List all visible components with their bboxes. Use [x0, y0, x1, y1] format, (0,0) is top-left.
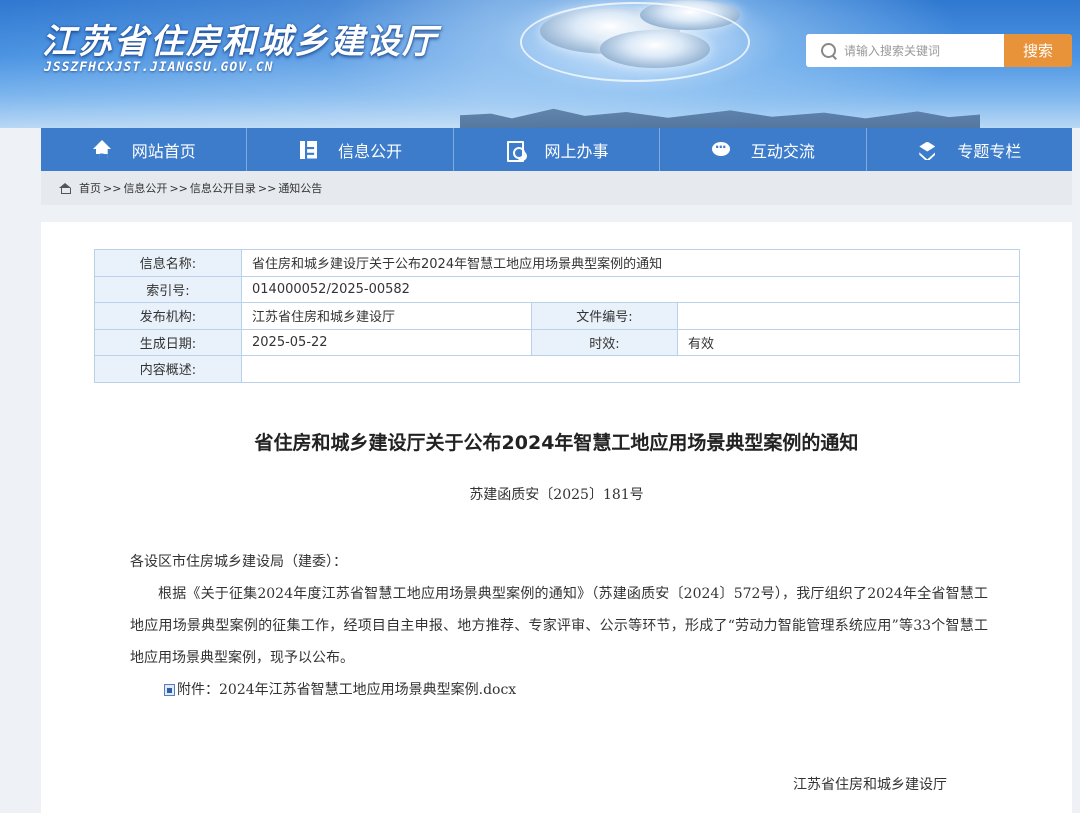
- nav-item-label: 信息公开: [338, 141, 403, 161]
- document-title: 省住房和城乡建设厅关于公布2024年智慧工地应用场景典型案例的通知: [254, 432, 859, 454]
- document-icon: [164, 684, 175, 696]
- meta-row-name: 信息名称: 省住房和城乡建设厅关于公布2024年智慧工地应用场景典型案例的通知: [94, 249, 1020, 277]
- meta-label: 信息名称:: [94, 249, 242, 277]
- meta-row-publisher: 发布机构: 江苏省住房和城乡建设厅 文件编号:: [94, 302, 1020, 330]
- breadcrumb: 首页 >> 信息公开 >> 信息公开目录 >> 通知公告: [41, 171, 1072, 205]
- nav-item-home[interactable]: 网站首页: [41, 128, 248, 171]
- home-icon: [92, 139, 112, 160]
- nav-item-online-service[interactable]: 网上办事: [454, 128, 661, 171]
- meta-row-date: 生成日期: 2025-05-22 时效: 有效: [94, 328, 1020, 356]
- nav-item-topics[interactable]: 专题专栏: [867, 128, 1072, 171]
- breadcrumb-link-notices[interactable]: 通知公告: [278, 180, 322, 196]
- nav-item-label: 网站首页: [131, 141, 196, 161]
- breadcrumb-link-info[interactable]: 信息公开: [123, 180, 167, 196]
- salutation: 各设区市住房城乡建设局（建委）：: [130, 554, 347, 570]
- body-paragraph: 根据《关于征集2024年度江苏省智慧工地应用场景典型案例的通知》（苏建函质安〔2…: [130, 586, 988, 666]
- site-domain: JSSZFHCXJST.JIANGSU.GOV.CN: [44, 60, 274, 75]
- banner-ring: [520, 2, 750, 82]
- meta-label: 索引号:: [94, 275, 242, 303]
- search-icon: [820, 42, 838, 60]
- breadcrumb-separator: >>: [169, 181, 188, 195]
- nav-item-label: 网上办事: [544, 141, 609, 161]
- main-nav: 网站首页 信息公开 网上办事 互动交流 专题专栏: [41, 128, 1072, 171]
- chat-icon: [711, 140, 731, 160]
- meta-value-doc-no: [677, 302, 1020, 330]
- meta-value-validity: 有效: [677, 328, 1020, 356]
- meta-row-summary: 内容概述:: [94, 355, 1020, 383]
- meta-value-name: 省住房和城乡建设厅关于公布2024年智慧工地应用场景典型案例的通知: [241, 249, 1020, 277]
- meta-label: 时效:: [531, 328, 678, 356]
- meta-label: 发布机构:: [94, 302, 242, 330]
- meta-label: 文件编号:: [531, 302, 678, 330]
- search-button[interactable]: 搜索: [1004, 34, 1072, 67]
- breadcrumb-separator: >>: [103, 181, 122, 195]
- meta-value-summary: [241, 355, 1020, 383]
- layers-icon: [917, 140, 937, 160]
- breadcrumb-separator: >>: [257, 181, 277, 195]
- article-content: 信息名称: 省住房和城乡建设厅关于公布2024年智慧工地应用场景典型案例的通知 …: [41, 222, 1072, 813]
- nav-item-label: 专题专栏: [957, 141, 1022, 161]
- breadcrumb-link-home[interactable]: 首页: [79, 180, 101, 196]
- meta-value-index: 014000052/2025-00582: [241, 275, 1020, 303]
- breadcrumb-home-icon: [59, 182, 71, 194]
- meta-value-date: 2025-05-22: [241, 328, 532, 356]
- nav-item-label: 互动交流: [750, 141, 815, 161]
- meta-value-publisher: 江苏省住房和城乡建设厅: [241, 302, 532, 330]
- site-title[interactable]: 江苏省住房和城乡建设厅: [42, 14, 438, 63]
- search-box[interactable]: [806, 34, 1004, 67]
- meta-label: 内容概述:: [94, 355, 242, 383]
- document-number: 苏建函质安〔2025〕181号: [469, 487, 644, 503]
- breadcrumb-link-catalog[interactable]: 信息公开目录: [190, 180, 256, 196]
- search-input[interactable]: [844, 43, 994, 58]
- info-list-icon: [298, 140, 318, 160]
- nav-item-info-disclosure[interactable]: 信息公开: [247, 128, 454, 171]
- attachment-line: 附件： 2024年江苏省智慧工地应用场景典型案例.docx: [130, 674, 988, 706]
- issuer-signature: 江苏省住房和城乡建设厅: [793, 777, 947, 793]
- meta-label: 生成日期:: [94, 328, 242, 356]
- nav-item-interaction[interactable]: 互动交流: [660, 128, 867, 171]
- attachment-link[interactable]: 2024年江苏省智慧工地应用场景典型案例.docx: [219, 674, 516, 706]
- info-meta-table: 信息名称: 省住房和城乡建设厅关于公布2024年智慧工地应用场景典型案例的通知 …: [94, 249, 1020, 383]
- meta-row-index: 索引号: 014000052/2025-00582: [94, 275, 1020, 303]
- document-body: 各设区市住房城乡建设局（建委）： 根据《关于征集2024年度江苏省智慧工地应用场…: [130, 546, 988, 706]
- attachment-prefix: 附件：: [177, 682, 219, 698]
- site-banner: 江苏省住房和城乡建设厅 JSSZFHCXJST.JIANGSU.GOV.CN 搜…: [0, 0, 1080, 128]
- online-service-icon: [505, 140, 525, 162]
